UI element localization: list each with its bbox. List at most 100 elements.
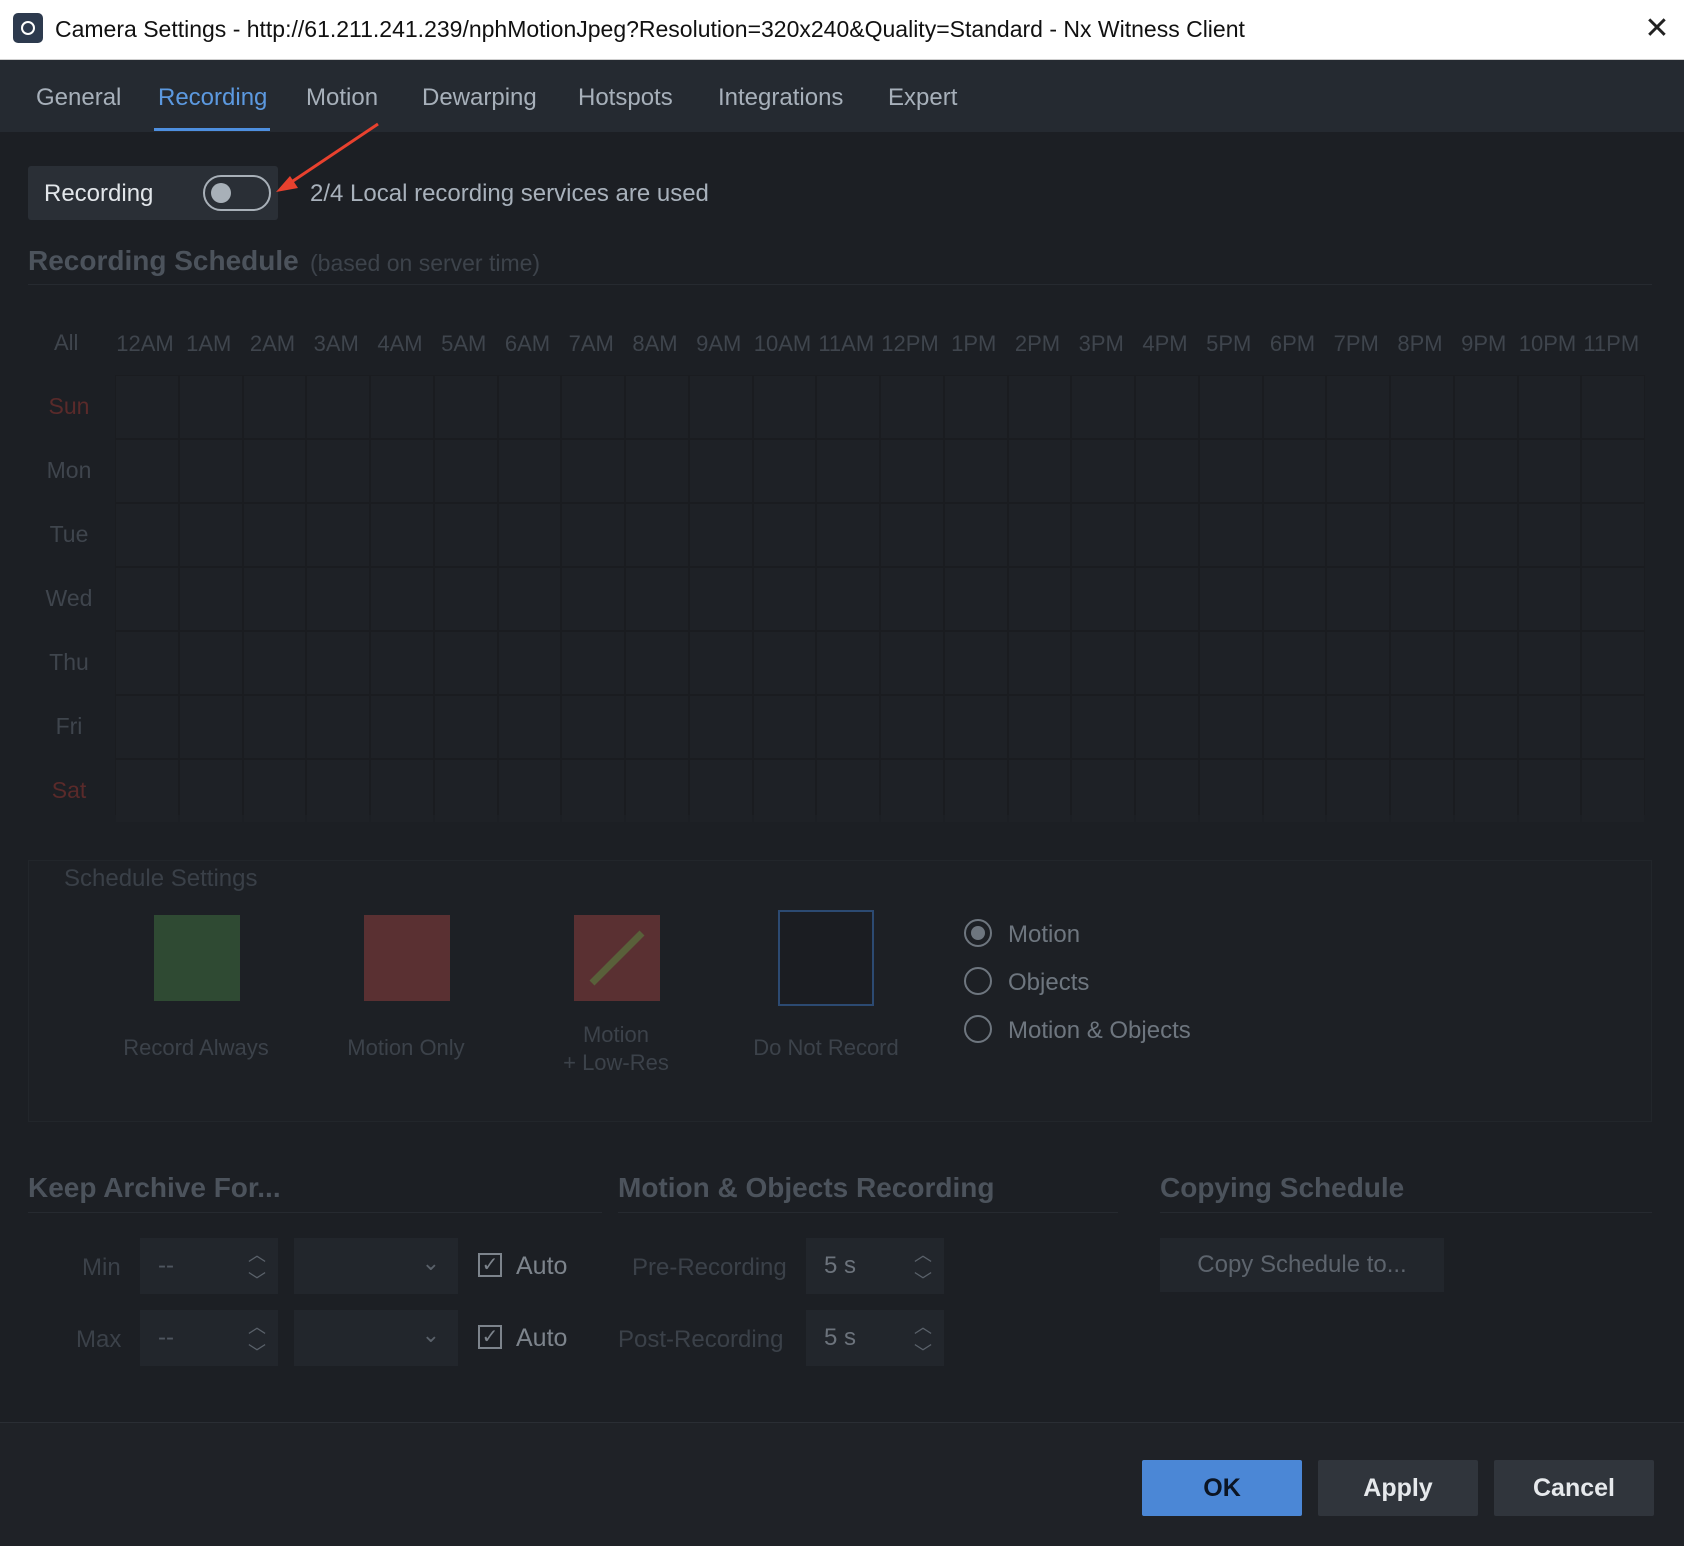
schedule-cell[interactable] <box>434 376 497 438</box>
min-days-spinbox[interactable]: -- ︿ ﹀ <box>140 1238 278 1294</box>
tab-hotspots[interactable]: Hotspots <box>578 84 673 112</box>
schedule-cell[interactable] <box>243 440 306 502</box>
record-always-swatch[interactable] <box>154 915 240 1001</box>
schedule-cell[interactable] <box>1008 696 1071 758</box>
schedule-cell[interactable] <box>1518 568 1581 630</box>
cancel-button[interactable]: Cancel <box>1494 1460 1654 1516</box>
min-auto-checkbox[interactable]: ✓ <box>478 1253 502 1277</box>
hour-label[interactable]: 8AM <box>623 331 687 357</box>
schedule-cell[interactable] <box>817 696 879 758</box>
schedule-cell[interactable] <box>1136 696 1198 758</box>
schedule-cell[interactable] <box>179 504 242 566</box>
schedule-cell[interactable] <box>562 504 624 566</box>
schedule-cell[interactable] <box>753 568 816 630</box>
schedule-cell[interactable] <box>881 440 943 502</box>
hour-label[interactable]: 4PM <box>1133 331 1197 357</box>
schedule-cell[interactable] <box>881 568 943 630</box>
schedule-cell[interactable] <box>116 568 178 630</box>
schedule-cell[interactable] <box>626 568 688 630</box>
motion-only-swatch[interactable] <box>364 915 450 1001</box>
schedule-cell[interactable] <box>243 376 306 438</box>
schedule-cell[interactable] <box>1454 632 1517 694</box>
schedule-cell[interactable] <box>689 440 752 502</box>
schedule-cell[interactable] <box>1263 440 1326 502</box>
schedule-cell[interactable] <box>179 568 242 630</box>
schedule-cell[interactable] <box>307 760 369 822</box>
schedule-cell[interactable] <box>498 504 561 566</box>
schedule-cell[interactable] <box>1072 440 1134 502</box>
schedule-cell[interactable] <box>689 760 752 822</box>
tab-expert[interactable]: Expert <box>888 84 957 112</box>
chevron-up-icon[interactable]: ︿ <box>914 1241 932 1267</box>
schedule-cell[interactable] <box>307 568 369 630</box>
schedule-cell[interactable] <box>434 760 497 822</box>
schedule-cell[interactable] <box>1518 440 1581 502</box>
schedule-cell[interactable] <box>116 504 178 566</box>
schedule-cell[interactable] <box>371 632 433 694</box>
chevron-down-icon[interactable]: ﹀ <box>248 1339 266 1365</box>
schedule-cell[interactable] <box>1582 504 1644 566</box>
schedule-cell[interactable] <box>817 760 879 822</box>
schedule-cell[interactable] <box>881 760 943 822</box>
schedule-cell[interactable] <box>817 504 879 566</box>
schedule-cell[interactable] <box>179 376 242 438</box>
schedule-cell[interactable] <box>243 632 306 694</box>
chevron-down-icon[interactable]: ﹀ <box>248 1267 266 1293</box>
schedule-cell[interactable] <box>1199 568 1262 630</box>
close-icon[interactable]: ✕ <box>1640 12 1674 46</box>
max-days-spinbox[interactable]: -- ︿ ﹀ <box>140 1310 278 1366</box>
schedule-cell[interactable] <box>689 696 752 758</box>
schedule-cell[interactable] <box>1391 568 1453 630</box>
schedule-cell[interactable] <box>817 632 879 694</box>
schedule-cell[interactable] <box>434 504 497 566</box>
chevron-up-icon[interactable]: ︿ <box>914 1313 932 1339</box>
schedule-cell[interactable] <box>1454 440 1517 502</box>
schedule-cell[interactable] <box>116 440 178 502</box>
schedule-cell[interactable] <box>1136 760 1198 822</box>
schedule-cell[interactable] <box>1072 632 1134 694</box>
schedule-cell[interactable] <box>1518 376 1581 438</box>
schedule-cell[interactable] <box>243 696 306 758</box>
schedule-cell[interactable] <box>753 376 816 438</box>
schedule-cell[interactable] <box>626 376 688 438</box>
hour-label[interactable]: 3AM <box>304 331 368 357</box>
schedule-cell[interactable] <box>371 568 433 630</box>
schedule-cell[interactable] <box>498 696 561 758</box>
schedule-cell[interactable] <box>1518 504 1581 566</box>
schedule-cell[interactable] <box>1391 376 1453 438</box>
schedule-cell[interactable] <box>371 440 433 502</box>
schedule-cell[interactable] <box>434 696 497 758</box>
hour-label[interactable]: 5PM <box>1197 331 1261 357</box>
tab-motion[interactable]: Motion <box>306 84 378 112</box>
schedule-cell[interactable] <box>1327 632 1389 694</box>
day-label[interactable]: Mon <box>38 457 100 484</box>
schedule-cell[interactable] <box>179 440 242 502</box>
schedule-cell[interactable] <box>1454 376 1517 438</box>
schedule-cell[interactable] <box>689 568 752 630</box>
schedule-cell[interactable] <box>1199 504 1262 566</box>
schedule-cell[interactable] <box>1391 632 1453 694</box>
do-not-record-swatch[interactable] <box>778 910 874 1006</box>
schedule-cell[interactable] <box>1391 696 1453 758</box>
schedule-cell[interactable] <box>371 696 433 758</box>
hour-label[interactable]: 6AM <box>496 331 560 357</box>
schedule-cell[interactable] <box>562 632 624 694</box>
hour-label[interactable]: 2PM <box>1006 331 1070 357</box>
schedule-cell[interactable] <box>1072 696 1134 758</box>
pre-recording-spinbox[interactable]: 5 s ︿ ﹀ <box>806 1238 944 1294</box>
schedule-cell[interactable] <box>881 696 943 758</box>
schedule-cell[interactable] <box>498 440 561 502</box>
hour-label[interactable]: 6PM <box>1261 331 1325 357</box>
schedule-cell[interactable] <box>753 696 816 758</box>
hour-label[interactable]: 12AM <box>113 331 177 357</box>
schedule-cell[interactable] <box>1518 632 1581 694</box>
radio-motion-objects[interactable] <box>964 1015 992 1043</box>
chevron-up-icon[interactable]: ︿ <box>248 1241 266 1267</box>
schedule-cell[interactable] <box>817 376 879 438</box>
tab-recording[interactable]: Recording <box>158 84 267 112</box>
schedule-cell[interactable] <box>1136 504 1198 566</box>
schedule-cell[interactable] <box>243 504 306 566</box>
schedule-cell[interactable] <box>1391 760 1453 822</box>
schedule-cell[interactable] <box>1263 696 1326 758</box>
schedule-cell[interactable] <box>753 504 816 566</box>
